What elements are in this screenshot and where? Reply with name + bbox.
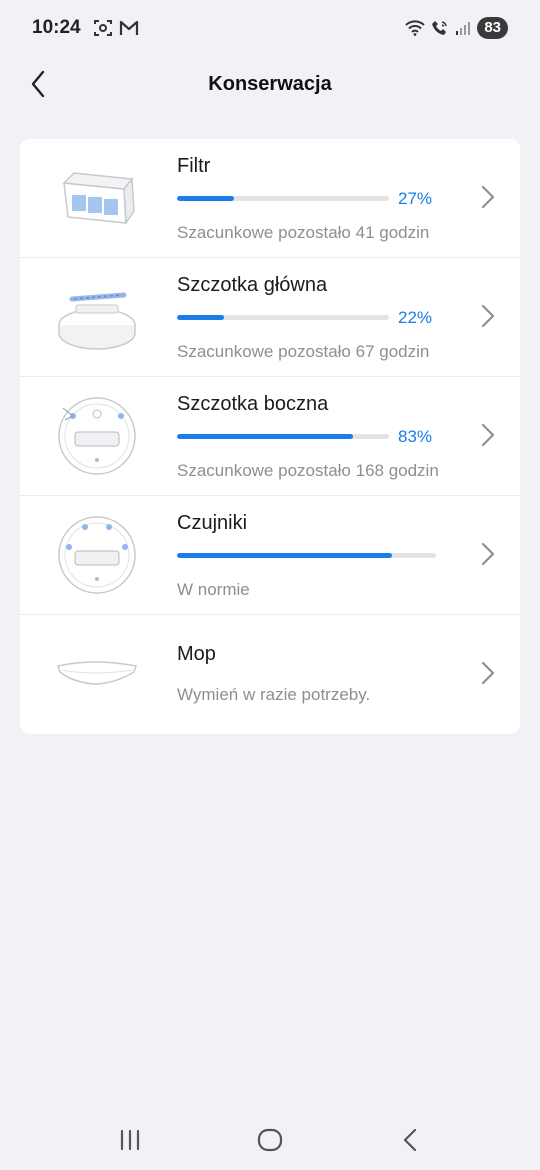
- list-item-sensors[interactable]: Czujniki W normie: [20, 496, 520, 615]
- item-subtitle: Szacunkowe pozostało 41 godzin: [177, 223, 430, 242]
- side-brush-icon: [52, 391, 142, 481]
- back-button[interactable]: [20, 66, 56, 102]
- item-name: Szczotka główna: [177, 274, 328, 296]
- chevron-right-icon: [481, 304, 495, 328]
- maintenance-list: Filtr 27% Szacunkowe pozostało 41 godzin…: [20, 139, 520, 734]
- chevron-right-icon: [481, 185, 495, 209]
- header: Konserwacja: [0, 56, 540, 112]
- chevron-right-icon: [481, 542, 495, 566]
- item-subtitle: Wymień w razie potrzeby.: [177, 685, 371, 704]
- item-name: Filtr: [177, 155, 211, 177]
- progress-fill: [177, 315, 224, 320]
- battery-indicator: 83: [477, 17, 508, 39]
- nav-back-button[interactable]: [390, 1120, 430, 1160]
- progress-track: [177, 315, 389, 320]
- wifi-call-icon: [432, 21, 448, 35]
- progress-fill: [177, 434, 353, 439]
- status-time: 10:24: [32, 17, 81, 38]
- gmail-icon: [119, 20, 138, 35]
- screenshot-icon: [93, 20, 112, 36]
- item-subtitle: Szacunkowe pozostało 67 godzin: [177, 342, 430, 361]
- progress-track: [177, 196, 389, 201]
- back-icon: [403, 1128, 417, 1152]
- item-subtitle: Szacunkowe pozostało 168 godzin: [177, 461, 439, 480]
- chevron-left-icon: [31, 70, 45, 98]
- progress-percent: 22%: [398, 308, 433, 327]
- signal-icon: [456, 22, 471, 35]
- progress-percent: 83%: [398, 427, 433, 446]
- system-nav-bar: [0, 1110, 540, 1170]
- progress-track: [177, 553, 436, 558]
- page-title: Konserwacja: [208, 72, 332, 95]
- recent-apps-button[interactable]: [110, 1120, 150, 1160]
- home-icon: [257, 1128, 283, 1152]
- item-name: Czujniki: [177, 512, 248, 534]
- item-name: Szczotka boczna: [177, 393, 329, 415]
- list-item-filter[interactable]: Filtr 27% Szacunkowe pozostało 41 godzin: [20, 139, 520, 258]
- progress-percent: 27%: [398, 189, 433, 208]
- progress-fill: [177, 553, 392, 558]
- home-button[interactable]: [250, 1120, 290, 1160]
- list-item-mop[interactable]: Mop Wymień w razie potrzeby.: [20, 615, 520, 734]
- chevron-right-icon: [481, 423, 495, 447]
- wifi-icon: [405, 20, 426, 36]
- chevron-right-icon: [481, 661, 495, 685]
- list-item-side-brush[interactable]: Szczotka boczna 83% Szacunkowe pozostało…: [20, 377, 520, 496]
- main-brush-icon: [52, 272, 142, 362]
- progress-track: [177, 434, 389, 439]
- recent-apps-icon: [120, 1129, 140, 1151]
- filter-icon: [52, 153, 142, 243]
- list-item-main-brush[interactable]: Szczotka główna 22% Szacunkowe pozostało…: [20, 258, 520, 377]
- mop-icon: [52, 629, 142, 719]
- item-subtitle: W normie: [177, 580, 250, 599]
- item-name: Mop: [177, 643, 216, 665]
- progress-fill: [177, 196, 235, 201]
- sensors-icon: [52, 510, 142, 600]
- status-bar: 10:24 83: [0, 0, 540, 56]
